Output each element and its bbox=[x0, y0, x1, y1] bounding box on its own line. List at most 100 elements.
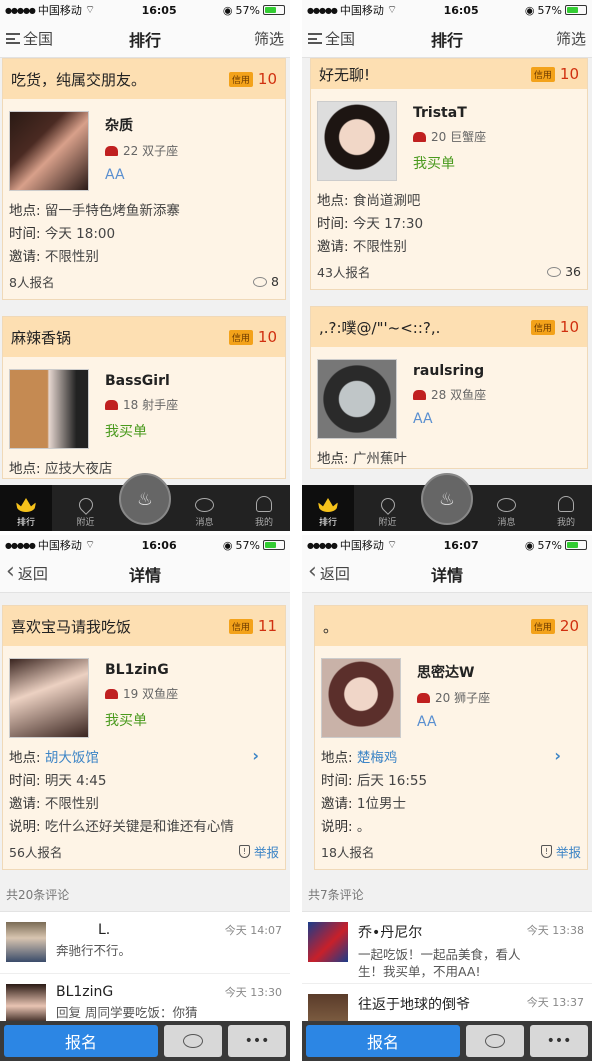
carrier: 中国移动 bbox=[339, 539, 384, 552]
chevron-right-icon: › bbox=[252, 746, 259, 765]
chat-bubble-icon bbox=[497, 498, 516, 512]
comment-author: 乔•丹尼尔 bbox=[358, 925, 423, 941]
location-label: 地点: bbox=[9, 749, 41, 766]
event-card[interactable]: 麻辣香锅 信用 10 BassGirl 18 射手座 我买单 地点: 应技大夜店 bbox=[2, 316, 286, 479]
card-header: 吃货，纯属交朋友。 信用 10 bbox=[3, 59, 285, 99]
invite: 不限性别 bbox=[352, 238, 407, 255]
region-button[interactable]: 全国 bbox=[6, 28, 53, 49]
signup-count: 18人报名 bbox=[321, 845, 375, 860]
comment-button[interactable] bbox=[164, 1025, 222, 1057]
credit-score: 10 bbox=[257, 328, 277, 346]
event-card[interactable]: ,.?:噗@/"'~<::?,. 信用 10 raulsring 28 双鱼座 A… bbox=[310, 306, 588, 469]
location-pin-icon bbox=[75, 495, 96, 515]
user-name: BassGirl bbox=[105, 373, 170, 389]
event-title: 麻辣香锅 bbox=[11, 328, 72, 347]
location-label: 地点: bbox=[9, 460, 41, 477]
signup-button[interactable]: 报名 bbox=[4, 1025, 158, 1057]
back-button[interactable]: ‹ 返回 bbox=[6, 561, 48, 584]
nav-bar: 全国 排行 筛选 bbox=[302, 20, 592, 58]
wifi-icon: ⌔ bbox=[386, 3, 398, 16]
invite: 不限性别 bbox=[44, 248, 99, 265]
back-label: 返回 bbox=[17, 565, 48, 583]
credit-score: 10 bbox=[559, 318, 579, 336]
avatar[interactable] bbox=[9, 111, 89, 191]
comment-time: 今天 13:30 bbox=[224, 986, 282, 999]
tab-ranking[interactable]: 排行 bbox=[302, 485, 354, 531]
tab-ranking[interactable]: 排行 bbox=[0, 485, 52, 531]
event-time: 明天 4:45 bbox=[44, 772, 107, 789]
avatar[interactable] bbox=[9, 658, 89, 738]
tab-messages[interactable]: 消息 bbox=[481, 485, 533, 531]
battery-icon bbox=[564, 540, 587, 550]
report-button[interactable]: ! 举报 bbox=[540, 842, 581, 861]
comment-item[interactable]: L. 奔驰行不行。 今天 14:07 bbox=[0, 912, 290, 974]
signup-button[interactable]: 报名 bbox=[306, 1025, 460, 1057]
clock: 16:05 bbox=[443, 3, 479, 17]
comment-button[interactable] bbox=[466, 1025, 524, 1057]
invite: 不限性别 bbox=[44, 795, 99, 812]
avatar[interactable] bbox=[317, 101, 397, 181]
more-button[interactable]: ••• bbox=[530, 1025, 588, 1057]
card-header: ,.?:噗@/"'~<::?,. 信用 10 bbox=[311, 307, 587, 347]
menu-icon bbox=[6, 33, 20, 44]
note-label: 说明: bbox=[321, 818, 353, 835]
signup-count: 56人报名 bbox=[9, 845, 63, 860]
bowl-icon: ♨ bbox=[136, 488, 154, 510]
clock: 16:05 bbox=[141, 3, 177, 17]
avatar[interactable] bbox=[9, 369, 89, 449]
location-label: 地点: bbox=[317, 192, 349, 209]
location-label: 地点: bbox=[321, 749, 353, 766]
comment-text: 回复 周同学要吃饭：你猜 bbox=[56, 1005, 198, 1020]
location-link[interactable]: 楚梅鸡 bbox=[357, 746, 398, 766]
nav-bar: ‹ 返回 详情 bbox=[302, 555, 592, 593]
tab-nearby[interactable]: 附近 bbox=[362, 485, 414, 531]
female-icon bbox=[413, 389, 426, 400]
crown-icon bbox=[16, 498, 36, 512]
filter-button[interactable]: 筛选 bbox=[254, 28, 284, 49]
female-icon bbox=[413, 131, 426, 142]
tab-messages[interactable]: 消息 bbox=[179, 485, 231, 531]
event-card[interactable]: 好无聊! 信用 10 TristaT 20 巨蟹座 我买单 地点: 食尚道涮吧 时… bbox=[310, 58, 588, 290]
status-bar: ●●●●● 中国移动 ⌔ 16:06 ◉ 57% bbox=[0, 535, 290, 555]
tab-label: 排行 bbox=[318, 518, 337, 528]
location-row[interactable]: 地点: 楚梅鸡 › bbox=[321, 744, 581, 767]
avatar[interactable] bbox=[321, 658, 401, 738]
note: 。 bbox=[356, 818, 371, 835]
chevron-right-icon: › bbox=[554, 746, 561, 765]
age-sign: 22 双子座 bbox=[123, 144, 179, 158]
tab-nearby[interactable]: 附近 bbox=[60, 485, 112, 531]
filter-button[interactable]: 筛选 bbox=[556, 28, 586, 49]
payment-type: 我买单 bbox=[105, 713, 147, 729]
avatar[interactable] bbox=[6, 922, 46, 962]
location-link[interactable]: 胡大饭馆 bbox=[45, 746, 99, 766]
status-bar: ●●●●● 中国移动 ⌔ 16:05 ◉ 57% bbox=[302, 0, 592, 20]
lock-rotation-icon: ◉ bbox=[524, 3, 535, 17]
avatar[interactable] bbox=[6, 984, 46, 1024]
credit-badge: 信用 bbox=[530, 319, 555, 335]
back-button[interactable]: ‹ 返回 bbox=[308, 561, 350, 584]
credit-score: 10 bbox=[257, 70, 277, 88]
create-event-button[interactable]: ♨ bbox=[119, 473, 171, 525]
user-name: raulsring bbox=[413, 363, 485, 379]
report-button[interactable]: ! 举报 bbox=[238, 842, 279, 861]
time-label: 时间: bbox=[9, 772, 41, 789]
create-event-button[interactable]: ♨ bbox=[421, 473, 473, 525]
avatar[interactable] bbox=[308, 922, 348, 962]
user-name: 杂质 bbox=[105, 118, 133, 134]
avatar[interactable] bbox=[317, 359, 397, 439]
event-card[interactable]: 吃货，纯属交朋友。 信用 10 杂质 22 双子座 AA 地点: 留一手特色烤鱼新… bbox=[2, 58, 286, 300]
female-icon bbox=[105, 399, 118, 410]
location-pin-icon bbox=[377, 495, 398, 515]
carrier: 中国移动 bbox=[37, 539, 82, 552]
comment-time: 今天 14:07 bbox=[224, 924, 282, 937]
location-row[interactable]: 地点: 胡大饭馆 › bbox=[9, 744, 279, 767]
tab-bar: 排行 附近 ♨ 消息 我的 bbox=[302, 473, 592, 531]
region-button[interactable]: 全国 bbox=[308, 28, 355, 49]
tab-profile[interactable]: 我的 bbox=[238, 485, 290, 531]
tab-profile[interactable]: 我的 bbox=[540, 485, 592, 531]
age-sign: 18 射手座 bbox=[123, 398, 179, 412]
more-button[interactable]: ••• bbox=[228, 1025, 286, 1057]
event-time: 今天 18:00 bbox=[44, 225, 116, 242]
clock: 16:06 bbox=[141, 538, 177, 552]
comment-item[interactable]: 乔•丹尼尔 一起吃饭！一起品美食，看人生！我买单，不用AA! 今天 13:38 bbox=[302, 912, 592, 984]
